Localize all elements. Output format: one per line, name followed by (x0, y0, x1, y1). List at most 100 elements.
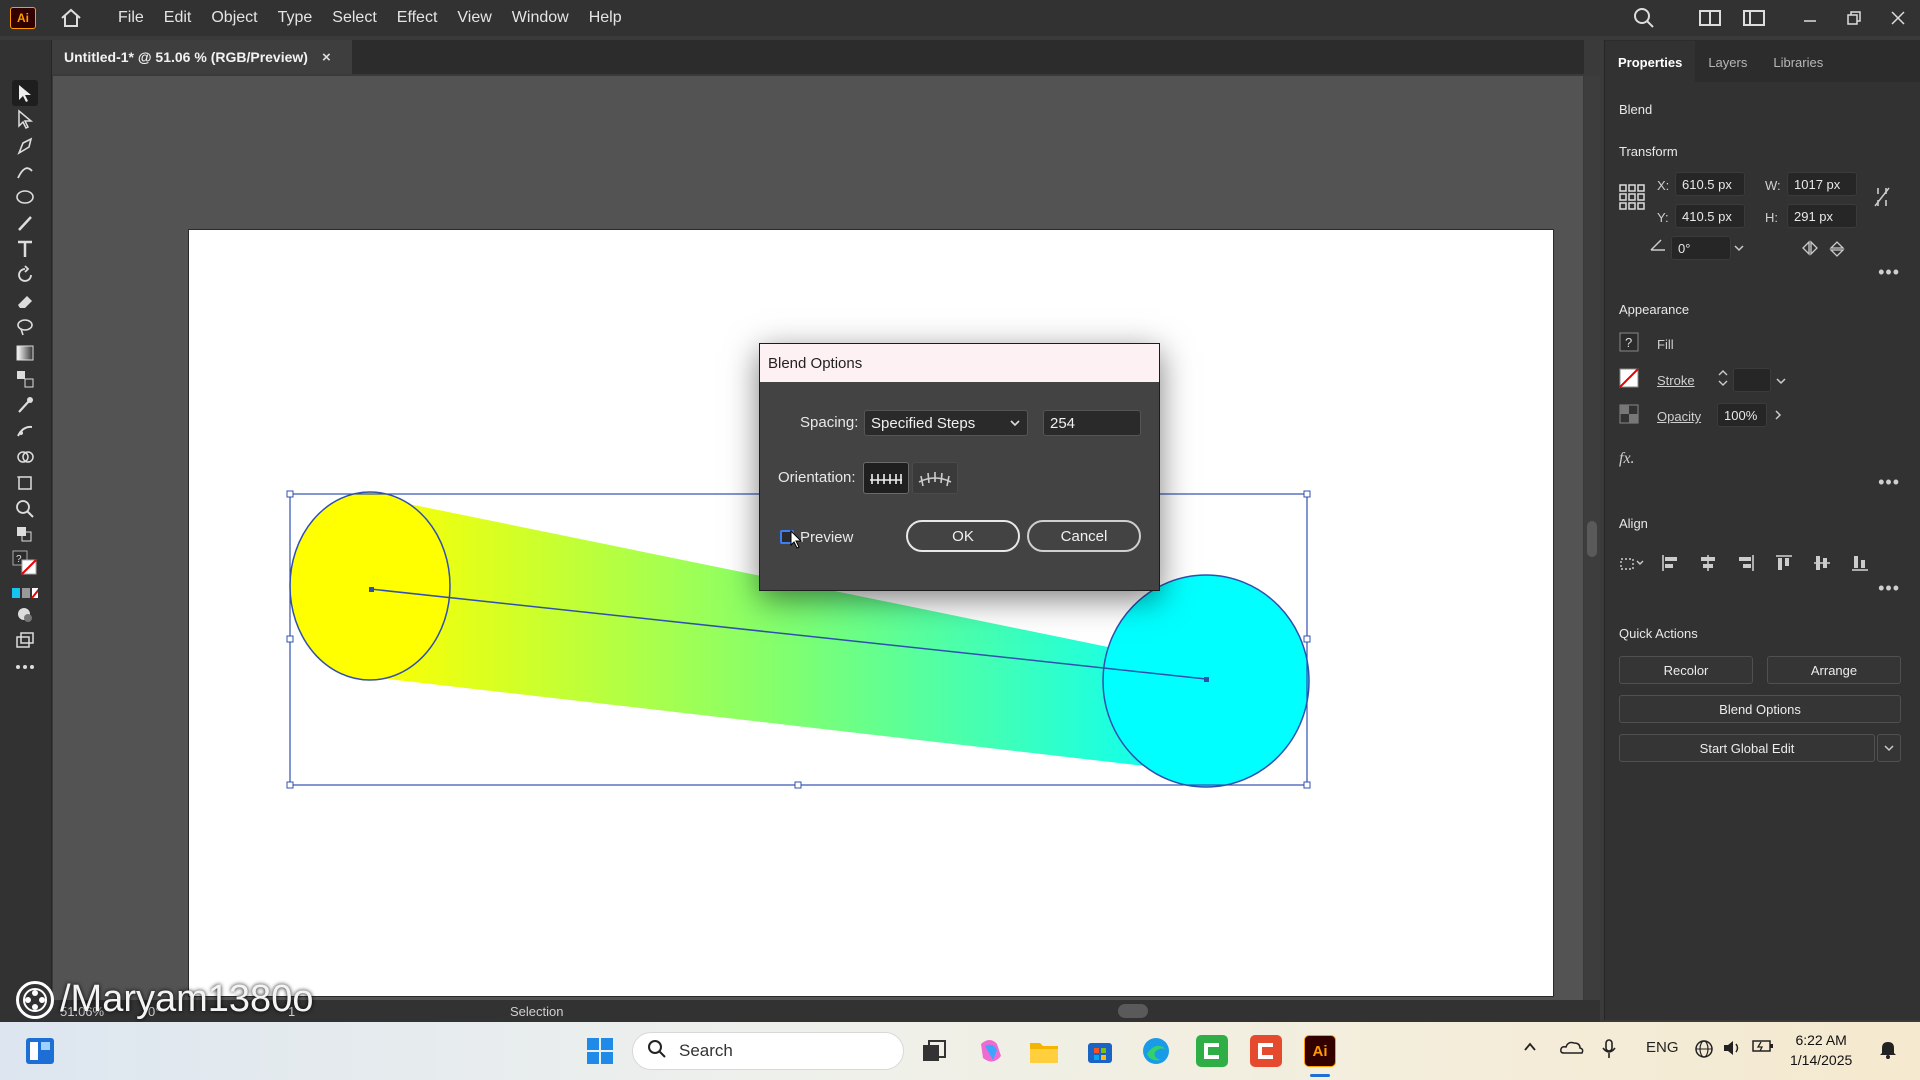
steps-input[interactable]: 254 (1043, 410, 1141, 436)
opacity-link[interactable]: Opacity (1657, 409, 1701, 424)
menu-file[interactable]: File (108, 0, 154, 36)
constrain-proportions-icon[interactable] (1873, 186, 1891, 213)
edge-browser-icon[interactable] (1140, 1035, 1172, 1067)
align-top-icon[interactable] (1771, 550, 1797, 576)
x-field[interactable]: 610.5 px (1675, 172, 1745, 196)
document-tab[interactable]: Untitled-1* @ 51.06 % (RGB/Preview) × (52, 40, 352, 74)
direct-selection-tool-icon[interactable] (12, 106, 38, 132)
selection-tool-icon[interactable] (12, 80, 38, 106)
align-bottom-icon[interactable] (1847, 550, 1873, 576)
spacing-dropdown[interactable]: Specified Steps (864, 410, 1028, 436)
rotate-angle-dropdown-icon[interactable] (1733, 240, 1745, 258)
lasso-tool-icon[interactable] (12, 314, 38, 340)
align-right-icon[interactable] (1733, 550, 1759, 576)
copilot-icon[interactable] (974, 1035, 1006, 1067)
task-view-icon[interactable] (918, 1035, 950, 1067)
bbox-handle-tl[interactable] (286, 490, 294, 498)
tab-libraries[interactable]: Libraries (1760, 55, 1836, 82)
bbox-handle-tr[interactable] (1303, 490, 1311, 498)
blend-tool-icon[interactable] (12, 366, 38, 392)
tab-layers[interactable]: Layers (1695, 55, 1760, 82)
swap-fill-stroke-icon[interactable] (12, 522, 38, 548)
notifications-icon[interactable] (1878, 1039, 1898, 1063)
minimize-icon[interactable] (1796, 4, 1824, 32)
align-horizontal-center-icon[interactable] (1695, 550, 1721, 576)
bbox-handle-br[interactable] (1303, 781, 1311, 789)
align-vertical-center-icon[interactable] (1809, 550, 1835, 576)
recolor-button[interactable]: Recolor (1619, 656, 1753, 684)
bbox-handle-bc[interactable] (794, 781, 802, 789)
align-left-icon[interactable] (1657, 550, 1683, 576)
illustrator-taskbar-icon[interactable]: Ai (1304, 1035, 1336, 1067)
eraser-tool-icon[interactable] (12, 288, 38, 314)
horizontal-scroll-thumb[interactable] (1118, 1004, 1148, 1018)
more-tools-icon[interactable] (12, 654, 38, 680)
zoom-tool-icon[interactable] (12, 496, 38, 522)
stroke-link[interactable]: Stroke (1657, 373, 1695, 388)
network-icon[interactable] (1694, 1039, 1714, 1063)
blend-options-button[interactable]: Blend Options (1619, 695, 1901, 723)
vertical-scroll-thumb[interactable] (1587, 521, 1597, 557)
menu-edit[interactable]: Edit (154, 0, 202, 36)
ellipse-tool-icon[interactable] (12, 184, 38, 210)
opacity-field[interactable]: 100% (1717, 403, 1767, 427)
taskbar-clock[interactable]: 6:22 AM 1/14/2025 (1790, 1030, 1852, 1070)
preview-label[interactable]: Preview (800, 529, 853, 546)
appearance-more-icon[interactable]: ••• (1878, 472, 1900, 493)
type-tool-icon[interactable] (12, 236, 38, 262)
cancel-button[interactable]: Cancel (1027, 520, 1141, 552)
align-to-path-button[interactable] (912, 462, 958, 494)
effects-icon[interactable]: fx. (1619, 450, 1635, 468)
align-more-icon[interactable]: ••• (1878, 578, 1900, 599)
opacity-expand-icon[interactable] (1773, 408, 1783, 426)
arrange-documents-icon[interactable] (1696, 4, 1724, 32)
spine-anchor-start[interactable] (369, 587, 374, 592)
current-tool-label[interactable]: Selection (510, 1004, 563, 1019)
search-icon[interactable] (1630, 4, 1658, 32)
taskbar-search[interactable]: Search (632, 1032, 904, 1070)
puppet-warp-tool-icon[interactable] (12, 418, 38, 444)
gradient-tool-icon[interactable] (12, 340, 38, 366)
dialog-title-bar[interactable]: Blend Options (760, 344, 1159, 382)
artboard-tool-icon[interactable] (12, 470, 38, 496)
widgets-icon[interactable] (24, 1035, 56, 1067)
pen-tool-icon[interactable] (12, 132, 38, 158)
menu-window[interactable]: Window (502, 0, 579, 36)
stroke-weight-dropdown-icon[interactable] (1775, 373, 1787, 391)
volume-icon[interactable] (1722, 1039, 1742, 1061)
arrange-button[interactable]: Arrange (1767, 656, 1901, 684)
menu-object[interactable]: Object (201, 0, 267, 36)
menu-help[interactable]: Help (579, 0, 632, 36)
bbox-handle-mr[interactable] (1303, 635, 1311, 643)
menu-type[interactable]: Type (268, 0, 323, 36)
tab-properties[interactable]: Properties (1605, 41, 1696, 82)
restore-icon[interactable] (1840, 4, 1868, 32)
align-to-icon[interactable] (1619, 550, 1645, 576)
show-hidden-icons-icon[interactable] (1522, 1039, 1538, 1059)
rotate-tool-icon[interactable] (12, 262, 38, 288)
flip-vertical-icon[interactable] (1829, 240, 1845, 263)
transform-more-icon[interactable]: ••• (1878, 262, 1900, 283)
bbox-handle-ml[interactable] (286, 635, 294, 643)
flip-horizontal-icon[interactable] (1801, 240, 1819, 261)
ok-button[interactable]: OK (906, 520, 1020, 552)
global-edit-options-icon[interactable] (1877, 734, 1901, 762)
width-field[interactable]: 1017 px (1787, 172, 1857, 196)
home-icon[interactable] (58, 5, 84, 31)
start-menu-icon[interactable] (584, 1035, 616, 1067)
paintbrush-tool-icon[interactable] (12, 210, 38, 236)
draw-mode-icon[interactable] (12, 602, 38, 628)
height-field[interactable]: 291 px (1787, 204, 1857, 228)
menu-effect[interactable]: Effect (387, 0, 448, 36)
curvature-tool-icon[interactable] (12, 158, 38, 184)
menu-select[interactable]: Select (322, 0, 386, 36)
close-tab-icon[interactable]: × (322, 49, 331, 66)
battery-icon[interactable] (1752, 1039, 1774, 1057)
vertical-scrollbar[interactable] (1584, 76, 1600, 1000)
language-indicator[interactable]: ENG (1646, 1039, 1679, 1056)
workspace-icon[interactable] (1740, 4, 1768, 32)
recorder-app-icon[interactable] (1250, 1035, 1282, 1067)
screen-mode-icon[interactable] (12, 628, 38, 654)
stroke-swatch-icon[interactable] (1619, 368, 1639, 393)
reference-point-icon[interactable] (1619, 184, 1645, 210)
